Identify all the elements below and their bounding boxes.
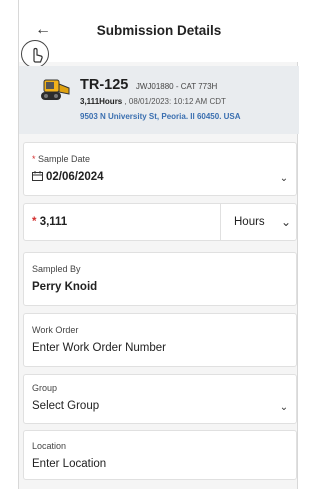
meter-reading-field[interactable]: * 3,111 Hours ⌄	[23, 203, 297, 241]
equipment-id: TR-125	[80, 77, 129, 93]
equipment-timestamp: , 08/01/2023: 10:12 AM CDT	[124, 97, 226, 106]
location-field[interactable]: Location Enter Location	[23, 430, 297, 480]
location-input[interactable]: Enter Location	[32, 458, 106, 470]
sample-date-label: * Sample Date	[32, 154, 91, 164]
equipment-meter-line: 3,111Hours , 08/01/2023: 10:12 AM CDT	[80, 97, 226, 106]
work-order-input[interactable]: Enter Work Order Number	[32, 342, 166, 354]
chevron-down-icon: ⌄	[279, 402, 289, 413]
required-mark: *	[32, 154, 36, 164]
meter-reading-value: * 3,111	[32, 216, 68, 228]
skid-steer-loader-icon	[35, 74, 71, 104]
chevron-down-icon: ⌄	[279, 173, 289, 184]
location-label: Location	[32, 441, 67, 451]
equipment-hours: 3,111Hours	[80, 97, 123, 106]
group-field[interactable]: Group Select Group ⌄	[23, 374, 297, 424]
calendar-icon	[32, 171, 43, 181]
divider	[220, 204, 221, 240]
page-title: Submission Details	[96, 23, 222, 38]
chevron-down-icon: ⌄	[280, 215, 292, 229]
sampled-by-label: Sampled By	[32, 264, 81, 274]
sampled-by-value: Perry Knoid	[32, 281, 98, 293]
group-label: Group	[32, 383, 58, 393]
group-select[interactable]: Select Group	[32, 400, 99, 412]
equipment-address[interactable]: 9503 N University St, Peoria. Il 60450. …	[80, 112, 241, 121]
sample-date-field[interactable]: * Sample Date 02/06/2024 ⌄	[23, 142, 297, 196]
work-order-field[interactable]: Work Order Enter Work Order Number	[23, 313, 297, 367]
sampled-by-field[interactable]: Sampled By Perry Knoid	[23, 252, 297, 306]
tap-hand-icon	[21, 40, 49, 68]
equipment-summary: TR-125 JWJ01880 - CAT 773H 3,111Hours , …	[19, 66, 299, 134]
work-order-label: Work Order	[32, 325, 79, 335]
equipment-serial: JWJ01880 - CAT 773H	[135, 82, 218, 91]
header: ← Submission Details	[19, 0, 299, 68]
meter-unit-select[interactable]: Hours	[234, 216, 265, 228]
equipment-title: TR-125 JWJ01880 - CAT 773H	[80, 76, 217, 94]
app-screen: ← Submission Details TR-125 JWJ01880 - C…	[18, 0, 299, 489]
sample-date-value: 02/06/2024	[32, 171, 104, 183]
